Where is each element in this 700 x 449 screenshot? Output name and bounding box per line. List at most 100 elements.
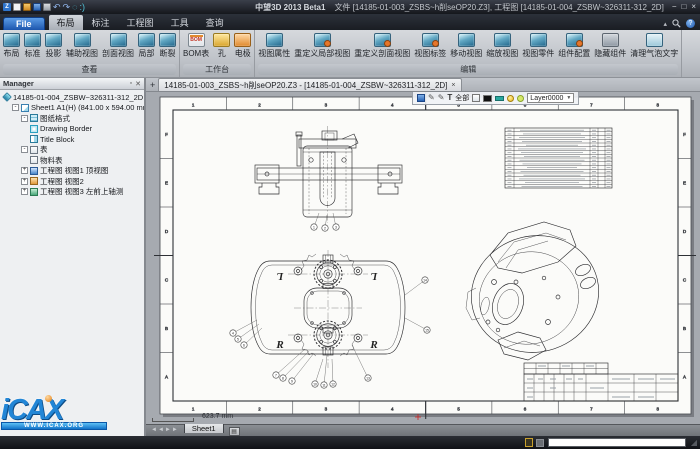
ribbon-button-section-view[interactable]: 剖面视图: [100, 32, 136, 60]
document-icon[interactable]: [417, 94, 425, 102]
new-document-tab-icon[interactable]: +: [150, 79, 155, 91]
tree-item[interactable]: 14185-01-004_ZSBW~326311-312_2D: [0, 92, 144, 103]
sheet-nav-icon[interactable]: ►: [165, 427, 171, 433]
new-file-icon[interactable]: [13, 3, 21, 11]
save-icon[interactable]: [33, 3, 41, 11]
active-document-tab[interactable]: 14185-01-003_ZSBS~h削seOP20.Z3 - [14185-0…: [158, 78, 461, 91]
toolbar-extra-icon[interactable]: :): [79, 3, 85, 12]
manager-tree: 14185-01-004_ZSBW~326311-312_2D-Sheet1 A…: [0, 90, 144, 197]
ribbon-button-redef-section[interactable]: 重定义剖面视图: [352, 32, 412, 60]
edit-pencil-icon[interactable]: ✎: [428, 94, 435, 102]
tree-item-label: 工程图 视图3 左前上轴测: [40, 187, 123, 198]
ribbon-button-hole[interactable]: 孔: [211, 32, 232, 60]
collapse-ribbon-icon[interactable]: ▴: [663, 20, 667, 28]
ribbon-button-label: 重定义剖面视图: [354, 48, 410, 59]
ribbon-button-standard[interactable]: 标准: [22, 32, 43, 60]
expand-icon[interactable]: +: [21, 167, 28, 174]
maximize-button[interactable]: □: [681, 2, 686, 12]
snap-icon[interactable]: [536, 439, 544, 447]
sheet-tab-Sheet1[interactable]: Sheet1: [184, 423, 224, 433]
menu-tab-工具[interactable]: 工具: [163, 15, 197, 30]
tree-item[interactable]: Title Block: [0, 134, 144, 145]
zoom-view-icon: [494, 33, 511, 47]
close-panel-icon[interactable]: ✕: [135, 80, 141, 88]
ribbon-button-view-props[interactable]: 视图属性: [256, 32, 292, 60]
file-menu-button[interactable]: File: [3, 17, 45, 30]
tree-item[interactable]: 物料表: [0, 155, 144, 166]
input-mode-icon[interactable]: [525, 438, 533, 447]
style-pencil-icon[interactable]: ✎: [438, 94, 445, 102]
table-grid-icon[interactable]: [472, 94, 480, 102]
tree-item[interactable]: +工程图 视图2: [0, 176, 144, 187]
ribbon-button-hide-component[interactable]: 隐藏组件: [592, 32, 628, 60]
ribbon-button-layout[interactable]: 布局: [1, 32, 22, 60]
sheet-nav-icon[interactable]: ◄: [151, 427, 157, 433]
tree-item[interactable]: + 工程图 视图3 左前上轴测: [0, 187, 144, 198]
menu-tab-工程图[interactable]: 工程图: [119, 15, 162, 30]
tree-item[interactable]: Drawing Border: [0, 124, 144, 135]
expand-icon[interactable]: +: [21, 178, 28, 185]
tree-item[interactable]: -Sheet1 A1(H) (841.00 x 594.00 mm): [0, 103, 144, 114]
ribbon-button-redef-detail[interactable]: 重定义局部视图: [292, 32, 352, 60]
redo-icon[interactable]: ↷: [63, 3, 71, 12]
sheet-list-button[interactable]: ▤: [229, 427, 240, 436]
layer-dropdown[interactable]: Layer0000 ▼: [527, 93, 574, 103]
view-props-icon: [266, 33, 283, 47]
sheet-tab-bar: ◄◄►► Sheet1 ▤: [146, 424, 700, 436]
command-input[interactable]: [548, 438, 686, 447]
open-file-icon[interactable]: [23, 3, 31, 11]
ribbon-button-label: 剖面视图: [102, 48, 134, 59]
tree-item[interactable]: +工程图 视图1 顶视图: [0, 166, 144, 177]
close-tab-icon[interactable]: ×: [451, 82, 455, 89]
layer-visibility-bulb-icon[interactable]: [507, 95, 514, 102]
resize-grip[interactable]: ◢: [691, 438, 697, 447]
sheet-nav-icon[interactable]: ◄: [158, 427, 164, 433]
undo-icon[interactable]: ↶: [53, 3, 61, 12]
brush-icon[interactable]: [495, 96, 504, 101]
regen-icon[interactable]: ◌: [72, 3, 77, 12]
ribbon-button-aux-view[interactable]: 辅助视图: [64, 32, 100, 60]
drawing-sheet-svg[interactable]: .fr{stroke:#44474c;stroke-width:.6;fill:…: [146, 92, 700, 424]
svg-text:F: F: [165, 132, 168, 137]
collapse-icon[interactable]: -: [21, 146, 28, 153]
ribbon-button-view-label[interactable]: 视图标签: [412, 32, 448, 60]
collapse-icon[interactable]: -: [12, 104, 19, 111]
canvas-body[interactable]: .fr{stroke:#44474c;stroke-width:.6;fill:…: [146, 92, 700, 424]
menu-tab-标注[interactable]: 标注: [84, 15, 118, 30]
ribbon-button-bom[interactable]: BOM表: [181, 32, 211, 60]
app-logo-icon[interactable]: Z: [3, 3, 11, 11]
menu-tab-布局[interactable]: 布局: [49, 15, 83, 30]
expand-icon[interactable]: +: [21, 188, 28, 195]
ribbon-button-zoom-view[interactable]: 缩放视图: [484, 32, 520, 60]
text-style-icon[interactable]: T: [447, 94, 452, 102]
minimize-button[interactable]: −: [672, 2, 677, 12]
collapse-icon[interactable]: -: [21, 115, 28, 122]
line-color-swatch[interactable]: [483, 95, 492, 102]
move-view-icon: [458, 33, 475, 47]
standard-icon: [24, 33, 41, 47]
svg-text:B: B: [683, 326, 686, 331]
layer-state-icon[interactable]: [517, 95, 524, 102]
sheet-nav-icon[interactable]: ►: [172, 427, 178, 433]
ribbon-button-move-view[interactable]: 移动视图: [448, 32, 484, 60]
ribbon-button-detail[interactable]: 局部: [136, 32, 157, 60]
search-icon[interactable]: [672, 19, 681, 28]
close-button[interactable]: ×: [691, 2, 696, 12]
ribbon-button-electrode[interactable]: 电极: [232, 32, 253, 60]
tree-item[interactable]: -表: [0, 145, 144, 156]
help-icon[interactable]: ?: [686, 19, 695, 28]
ribbon-button-view-part[interactable]: 视图零件: [520, 32, 556, 60]
ribbon-button-component-config[interactable]: 组件配置: [556, 32, 592, 60]
tree-item[interactable]: -图纸格式: [0, 113, 144, 124]
tree-item-label: 14185-01-004_ZSBW~326311-312_2D: [13, 93, 143, 102]
layout-icon: [3, 33, 20, 47]
print-icon[interactable]: [43, 3, 51, 11]
svg-text:3: 3: [335, 225, 337, 229]
ribbon-button-projection[interactable]: 投影: [43, 32, 64, 60]
ribbon-button-label: 视图属性: [258, 48, 290, 59]
ribbon-button-break[interactable]: 断裂: [157, 32, 178, 60]
pin-panel-icon[interactable]: ▫: [130, 80, 132, 87]
menu-tab-查询[interactable]: 查询: [198, 15, 232, 30]
ribbon-button-clean-balloon[interactable]: 清理气泡文字: [628, 32, 680, 60]
filter-all-label[interactable]: 全部: [455, 93, 469, 103]
